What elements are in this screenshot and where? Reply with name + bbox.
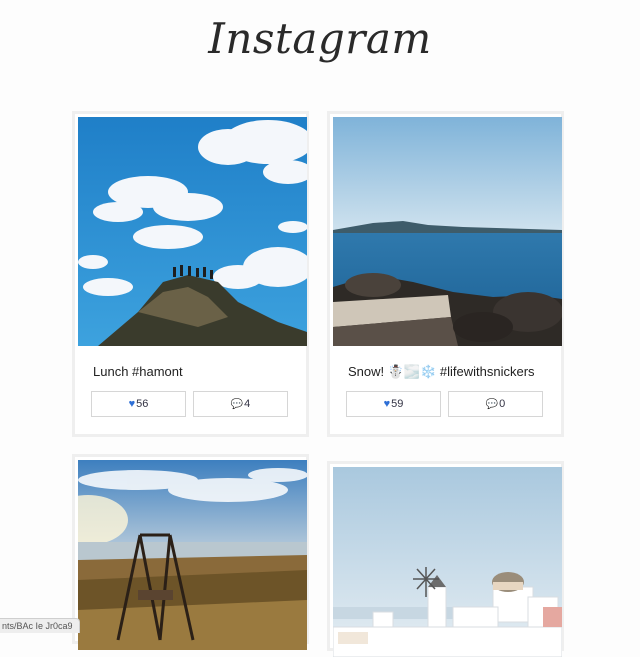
like-count: 59 <box>391 398 404 410</box>
post-photo-santorini[interactable] <box>333 467 562 657</box>
speech-bubble-icon: 💬 <box>485 398 499 410</box>
post-caption: Snow! ☃️🌫️❄️ #lifewithsnickers <box>348 364 535 379</box>
comment-count: 0 <box>499 398 506 410</box>
post-card-3[interactable] <box>72 454 309 650</box>
post-caption: Lunch #hamont <box>93 364 183 379</box>
heart-icon: ♥ <box>128 398 136 410</box>
like-button[interactable]: ♥ 56 <box>91 391 186 417</box>
post-photo-seaside[interactable] <box>333 117 562 346</box>
like-button[interactable]: ♥ 59 <box>346 391 441 417</box>
comment-count: 4 <box>244 398 251 410</box>
post-card-4[interactable] <box>327 461 564 657</box>
post-photo-mountain[interactable] <box>78 117 307 346</box>
comment-button[interactable]: 💬 0 <box>448 391 543 417</box>
post-card-1[interactable]: Lunch #hamont ♥ 56 💬 4 <box>72 111 309 437</box>
speech-bubble-icon: 💬 <box>230 398 244 410</box>
heart-icon: ♥ <box>383 398 391 410</box>
instagram-logo[interactable]: Instagram <box>0 14 640 63</box>
post-card-2[interactable]: Snow! ☃️🌫️❄️ #lifewithsnickers ♥ 59 💬 0 <box>327 111 564 437</box>
post-photo-swing[interactable] <box>78 460 307 650</box>
comment-button[interactable]: 💬 4 <box>193 391 288 417</box>
like-count: 56 <box>136 398 149 410</box>
status-url-bar: nts/BAc Ie Jr0ca9 <box>0 618 80 633</box>
